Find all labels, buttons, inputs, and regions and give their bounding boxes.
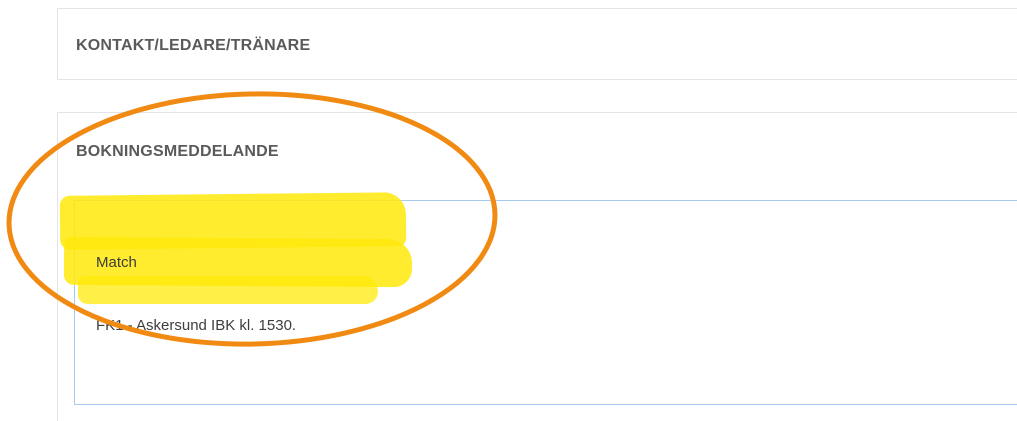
booking-message-section[interactable]: BOKNINGSMEDDELANDE: [57, 112, 1017, 186]
booking-message-line-1: Match: [96, 254, 137, 271]
booking-message-line-2: FK1 - Askersund IBK kl. 1530.: [96, 317, 297, 334]
booking-message-text: Match FK1 - Askersund IBK kl. 1530.: [96, 210, 296, 378]
booking-form-screenshot: KONTAKT/LEDARE/TRÄNARE BOKNINGSMEDDELAND…: [0, 0, 1017, 421]
contact-section-title: KONTAKT/LEDARE/TRÄNARE: [76, 37, 311, 54]
booking-message-title: BOKNINGSMEDDELANDE: [76, 143, 279, 160]
contact-leader-coach-section[interactable]: KONTAKT/LEDARE/TRÄNARE: [57, 8, 1017, 80]
